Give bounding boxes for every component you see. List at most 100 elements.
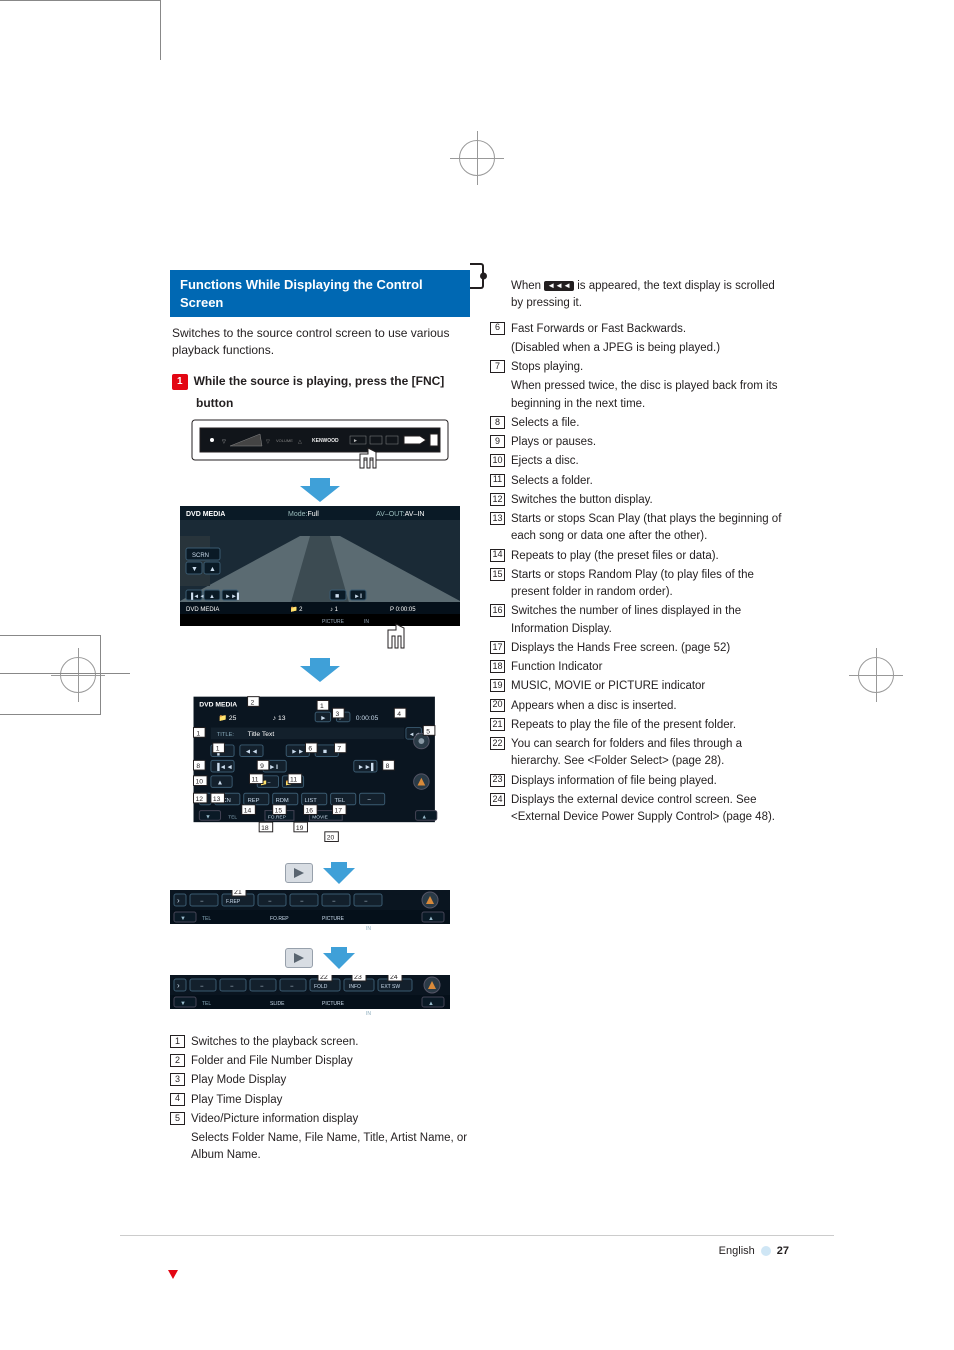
crop-mark <box>160 0 161 60</box>
item-text: Repeats to play (the preset files or dat… <box>511 548 790 565</box>
section-lead: Switches to the source control screen to… <box>172 325 468 360</box>
svg-text:📁 25: 📁 25 <box>219 714 237 722</box>
svg-text:−: − <box>367 797 371 804</box>
svg-text:DVD MEDIA: DVD MEDIA <box>186 607 219 613</box>
svg-text:PICTURE: PICTURE <box>322 1001 345 1007</box>
item-text: Ejects a disc. <box>511 453 790 470</box>
svg-text:20: 20 <box>327 834 335 841</box>
list-item: 24Displays the external device control s… <box>490 792 790 827</box>
registration-mark <box>858 657 894 693</box>
svg-text:📁 2: 📁 2 <box>290 606 303 613</box>
svg-text:TEL: TEL <box>202 1001 211 1007</box>
svg-text:TEL: TEL <box>228 814 237 820</box>
list-item: 2Folder and File Number Display <box>170 1053 470 1070</box>
footer-dot-icon <box>761 1246 771 1256</box>
item-sub: (Disabled when a JPEG is being played.) <box>511 340 790 357</box>
item-number: 20 <box>490 699 505 712</box>
svg-text:FO.REP: FO.REP <box>268 814 286 820</box>
list-item: 20Appears when a disc is inserted. <box>490 698 790 715</box>
svg-text:TITLE:: TITLE: <box>217 732 235 738</box>
item-number: 16 <box>490 604 505 617</box>
svg-text:▲: ▲ <box>209 594 215 600</box>
svg-text:▲: ▲ <box>428 1001 434 1007</box>
svg-text:DVD MEDIA: DVD MEDIA <box>186 511 225 518</box>
item-sub: When pressed twice, the disc is played b… <box>511 378 790 413</box>
list-item: 13 Starts or stops Scan Play (that plays … <box>490 511 790 546</box>
right-pre-sub: When ◄◄◄ is appeared, the text display i… <box>490 278 790 313</box>
list-item: 17Displays the Hands Free screen. (page … <box>490 640 790 657</box>
svg-text:›: › <box>177 896 180 905</box>
step-text: button <box>196 396 233 410</box>
svg-text:19: 19 <box>296 825 304 832</box>
item-number: 10 <box>490 454 505 467</box>
item-number: 22 <box>490 737 505 750</box>
item-number: 19 <box>490 679 505 692</box>
item-text: Play Time Display <box>191 1092 470 1109</box>
item-number: 4 <box>170 1093 185 1106</box>
svg-text:9: 9 <box>260 763 264 770</box>
list-item: 4 Play Time Display <box>170 1092 470 1109</box>
svg-text:TEL: TEL <box>334 798 345 804</box>
item-text: Displays the Hands Free screen. (page 52… <box>511 640 790 657</box>
playback-overlay-figure: DVD MEDIA Mode:Full AV–OUT:AV–IN SCRN ▼ … <box>180 506 460 656</box>
svg-text:SCRN: SCRN <box>192 553 209 559</box>
svg-text:F.REP: F.REP <box>226 899 241 905</box>
item-text: Repeats to play the file of the present … <box>511 717 790 734</box>
svg-text:▽: ▽ <box>222 439 226 445</box>
svg-text:21: 21 <box>234 890 242 896</box>
svg-text:►: ► <box>353 438 358 444</box>
arrow-down-icon <box>323 862 355 884</box>
svg-text:−: − <box>300 899 304 905</box>
svg-text:12: 12 <box>195 796 203 803</box>
svg-text:▼: ▼ <box>191 566 198 573</box>
list-item: 18Function Indicator <box>490 659 790 676</box>
item-text: Starts or stops Scan Play (that plays th… <box>511 511 790 546</box>
item-number: 15 <box>490 568 505 581</box>
item-number: 13 <box>490 512 505 525</box>
control-panel-figure: DVD MEDIA 📁 25 ♪ 13 ► P 0:00:05 TITLE: T… <box>180 686 460 856</box>
svg-text:7: 7 <box>337 746 341 753</box>
svg-text:►►: ►► <box>291 748 304 755</box>
device-figure: ▽ ▽ VOLUME △ KENWOOD ► <box>190 418 450 474</box>
svg-text:FO.REP: FO.REP <box>270 916 289 922</box>
svg-text:−: − <box>332 899 336 905</box>
svg-text:−: − <box>364 899 368 905</box>
section-heading: Functions While Displaying the Control S… <box>170 270 470 317</box>
item-text: Function Indicator <box>511 659 790 676</box>
svg-text:PICTURE: PICTURE <box>322 916 345 922</box>
svg-text:16: 16 <box>306 807 314 814</box>
svg-text:PICTURE: PICTURE <box>322 619 345 625</box>
svg-text:P 0:00:05: P 0:00:05 <box>390 607 416 613</box>
svg-text:IN: IN <box>364 619 369 625</box>
svg-text:►►▌: ►►▌ <box>225 592 241 600</box>
item-text: Switches the button display. <box>511 492 790 509</box>
crop-mark <box>0 0 160 1</box>
item-text: Starts or stops Random Play (to play fil… <box>511 567 790 602</box>
svg-text:REP: REP <box>248 798 260 804</box>
svg-text:►►▌: ►►▌ <box>358 762 376 772</box>
step-1b: button <box>196 396 468 410</box>
svg-text:Mode:Full: Mode:Full <box>288 511 319 518</box>
item-number: 7 <box>490 360 505 373</box>
svg-text:5: 5 <box>426 728 430 735</box>
svg-text:KENWOOD: KENWOOD <box>312 438 339 444</box>
svg-text:0:00:05: 0:00:05 <box>356 715 379 722</box>
svg-text:▲: ▲ <box>209 566 216 573</box>
list-item: 22You can search for folders and files t… <box>490 736 790 771</box>
svg-text:♪ 13: ♪ 13 <box>273 715 286 722</box>
svg-text:15: 15 <box>275 807 283 814</box>
svg-text:▼: ▼ <box>180 1001 186 1007</box>
svg-text:IN: IN <box>366 926 371 932</box>
step-text: While the source is playing, press the [… <box>194 374 445 388</box>
svg-text:1: 1 <box>320 703 324 710</box>
item-number: 9 <box>490 435 505 448</box>
footer-page: 27 <box>777 1245 789 1257</box>
svg-text:›: › <box>177 981 180 990</box>
item-text: Switches to the playback screen. <box>191 1034 470 1051</box>
svg-text:22: 22 <box>320 975 328 981</box>
list-item: 21Repeats to play the file of the presen… <box>490 717 790 734</box>
list-item: 11Selects a folder. <box>490 473 790 490</box>
item-sub: Selects Folder Name, File Name, Title, A… <box>191 1130 470 1165</box>
svg-text:13: 13 <box>213 796 221 803</box>
svg-text:RDM: RDM <box>276 798 289 804</box>
